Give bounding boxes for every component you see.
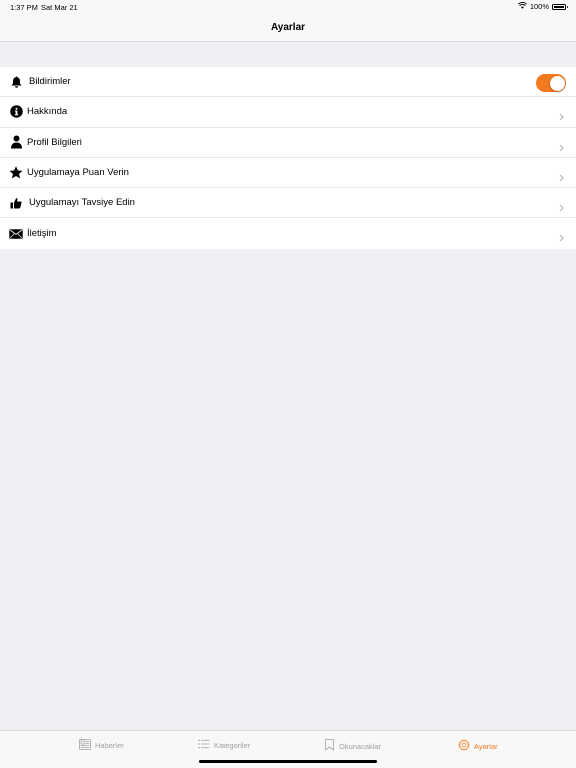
chevron-right-icon (559, 108, 564, 126)
wifi-icon (517, 2, 527, 11)
tab-settings-label: Ayarlar (474, 741, 498, 751)
settings-row-notifications[interactable]: Bildirimler (0, 67, 576, 98)
tab-reading-list-label: Okunacaklar (339, 741, 382, 751)
tab-categories-label: Kategoriler (214, 740, 251, 750)
profile-label: Profil Bilgileri (27, 136, 82, 148)
tab-reading-list[interactable]: Okunacaklar (324, 739, 381, 753)
settings-row-profile[interactable]: Profil Bilgileri (0, 128, 576, 158)
status-date: Sat Mar 21 (41, 3, 78, 12)
envelope-icon (9, 227, 23, 241)
chevron-right-icon (559, 229, 564, 247)
rate-label: Uygulamaya Puan Verin (27, 167, 129, 179)
notifications-label: Bildirimler (29, 76, 71, 88)
thumbs-up-icon (9, 196, 23, 210)
settings-list: Bildirimler Hakkında Profil Bilgileri Uy… (0, 67, 576, 249)
status-bar: 1:37 PM Sat Mar 21 100% (0, 0, 576, 14)
navigation-bar: Ayarlar (0, 14, 576, 42)
tab-settings[interactable]: Ayarlar (458, 739, 498, 753)
gear-icon (458, 739, 470, 753)
page-title: Ayarlar (270, 22, 306, 33)
home-indicator[interactable] (199, 760, 377, 763)
newspaper-icon (79, 739, 91, 752)
tab-categories[interactable]: Kategoriler (198, 739, 250, 751)
settings-row-about[interactable]: Hakkında (0, 97, 576, 128)
settings-row-contact[interactable]: İletişim (0, 218, 576, 248)
chevron-right-icon (559, 169, 564, 187)
info-icon (9, 105, 23, 119)
bell-icon (9, 75, 23, 89)
tab-news[interactable]: Haberler (79, 739, 124, 752)
chevron-right-icon (559, 139, 564, 157)
star-icon (9, 166, 23, 180)
about-label: Hakkında (27, 106, 68, 118)
notifications-toggle[interactable] (536, 74, 566, 92)
recommend-label: Uygulamayı Tavsiye Edin (29, 197, 135, 209)
battery-percent: 100% (529, 2, 549, 11)
status-time: 1:37 PM (10, 3, 38, 12)
list-icon (198, 739, 210, 751)
chevron-right-icon (559, 199, 564, 217)
tab-news-label: Haberler (95, 741, 124, 750)
bookmark-icon (324, 739, 335, 753)
status-indicators: 100% (517, 2, 568, 11)
person-icon (9, 135, 23, 149)
settings-row-recommend[interactable]: Uygulamayı Tavsiye Edin (0, 188, 576, 219)
settings-row-rate[interactable]: Uygulamaya Puan Verin (0, 158, 576, 189)
tab-bar: Haberler Kategoriler Okunacaklar Ayarlar (0, 730, 576, 768)
toggle-knob (549, 75, 565, 91)
battery-icon (552, 3, 568, 10)
contact-label: İletişim (27, 228, 57, 240)
